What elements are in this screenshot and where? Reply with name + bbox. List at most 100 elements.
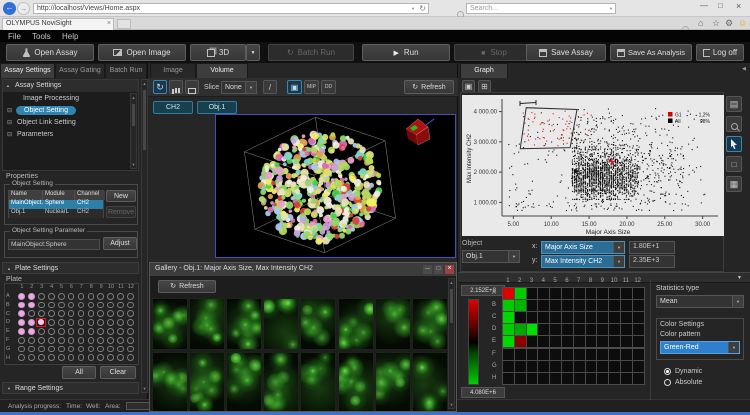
rotate-tool-button[interactable]: ↻ bbox=[153, 80, 167, 94]
table-row[interactable]: Obj.1 NuclearL CH2 bbox=[9, 209, 103, 218]
tree-node-icon[interactable]: ⊟ bbox=[7, 107, 12, 114]
browser-tab[interactable]: OLYMPUS NoviSight × bbox=[2, 18, 114, 30]
run-button[interactable]: ▶Run bbox=[362, 44, 450, 61]
plate-well[interactable] bbox=[38, 337, 45, 344]
gallery-thumbnail[interactable] bbox=[338, 298, 374, 350]
plate-well[interactable] bbox=[78, 293, 85, 300]
menu-help[interactable]: Help bbox=[62, 32, 78, 41]
col-header-module[interactable]: Module bbox=[43, 191, 75, 200]
plate-settings-header[interactable]: ▲Plate Settings bbox=[2, 262, 139, 274]
plate-well[interactable] bbox=[78, 337, 85, 344]
gallery-thumbnail[interactable] bbox=[152, 298, 188, 350]
plate-well[interactable] bbox=[117, 337, 124, 344]
plate-well[interactable] bbox=[97, 346, 104, 353]
plate-well[interactable] bbox=[88, 354, 95, 361]
view-3d-dropdown[interactable]: ▼ bbox=[246, 44, 260, 61]
plate-well[interactable] bbox=[28, 310, 35, 317]
plate-well[interactable] bbox=[48, 302, 55, 309]
tab-close-icon[interactable]: × bbox=[107, 20, 111, 27]
scroll-up-icon[interactable]: ▲ bbox=[131, 95, 136, 100]
plate-well[interactable] bbox=[68, 310, 75, 317]
plate-well[interactable] bbox=[97, 319, 104, 326]
statistics-type-dropdown[interactable]: Mean▼ bbox=[656, 295, 744, 308]
plate-well[interactable] bbox=[78, 346, 85, 353]
plate-well[interactable] bbox=[18, 337, 25, 344]
gallery-thumbnail[interactable] bbox=[412, 298, 448, 350]
plate-well[interactable] bbox=[127, 346, 134, 353]
volume-3d-view[interactable] bbox=[215, 114, 456, 258]
gallery-thumbnail[interactable] bbox=[189, 352, 225, 412]
back-button[interactable]: ← bbox=[3, 2, 16, 15]
plate-well[interactable] bbox=[48, 354, 55, 361]
search-caret-icon[interactable]: ▼ bbox=[609, 6, 613, 11]
gallery-thumbnail[interactable] bbox=[263, 352, 299, 412]
home-icon[interactable]: ⌂ bbox=[698, 18, 703, 28]
plate-well[interactable] bbox=[28, 328, 35, 335]
plate-well[interactable] bbox=[58, 337, 65, 344]
tree-node-icon[interactable]: ⊟ bbox=[7, 131, 12, 138]
plate-well[interactable] bbox=[48, 337, 55, 344]
gallery-thumbnail[interactable] bbox=[300, 298, 336, 350]
orientation-cube[interactable] bbox=[406, 119, 434, 145]
gallery-thumbnail[interactable] bbox=[152, 352, 188, 412]
plate-well[interactable] bbox=[18, 328, 25, 335]
plate-well[interactable] bbox=[117, 302, 124, 309]
plate-well[interactable] bbox=[48, 293, 55, 300]
scroll-up-icon[interactable]: ▲ bbox=[449, 280, 454, 285]
plate-well[interactable] bbox=[107, 302, 114, 309]
plate-well[interactable] bbox=[127, 302, 134, 309]
menu-tools[interactable]: Tools bbox=[32, 32, 51, 41]
stop-button[interactable]: ■Stop bbox=[454, 44, 534, 61]
gallery-thumbnail[interactable] bbox=[300, 352, 336, 412]
scroll-down-icon[interactable]: ▼ bbox=[142, 386, 147, 391]
log-off-button[interactable]: Log off bbox=[696, 44, 744, 61]
refresh-page-icon[interactable]: ↻ bbox=[419, 4, 426, 13]
plate-well[interactable] bbox=[97, 293, 104, 300]
tree-node-icon[interactable]: ⊟ bbox=[7, 119, 12, 126]
plate-well[interactable] bbox=[117, 328, 124, 335]
plate-well[interactable] bbox=[107, 319, 114, 326]
plate-well[interactable] bbox=[38, 310, 45, 317]
tree-scrollbar[interactable]: ▲ ▼ bbox=[130, 93, 137, 169]
plate-well[interactable] bbox=[38, 328, 45, 335]
graph-rect-gate-button[interactable]: □ bbox=[726, 156, 742, 172]
plate-well[interactable] bbox=[68, 302, 75, 309]
scroll-thumb[interactable] bbox=[450, 289, 453, 323]
tab-assay-settings[interactable]: Assay Settings bbox=[0, 63, 55, 78]
dynamic-radio[interactable] bbox=[664, 368, 671, 375]
plate-well[interactable] bbox=[78, 328, 85, 335]
plate-well[interactable] bbox=[58, 293, 65, 300]
tree-item-image-processing[interactable]: Image Processing bbox=[23, 95, 79, 102]
plate-well[interactable] bbox=[18, 310, 25, 317]
window-maximize-button[interactable]: □ bbox=[718, 1, 723, 10]
menu-file[interactable]: File bbox=[8, 32, 21, 41]
well-heatmap[interactable]: 123456789101112ABCDEFGH bbox=[488, 278, 650, 400]
plate-well[interactable] bbox=[68, 319, 75, 326]
plate-well[interactable] bbox=[127, 328, 134, 335]
plate-well[interactable] bbox=[97, 337, 104, 344]
plate-well[interactable] bbox=[38, 346, 45, 353]
heatmap-cell[interactable] bbox=[632, 372, 645, 385]
panel-scrollbar[interactable]: ▲ ▼ bbox=[141, 79, 148, 393]
plate-map[interactable]: 123456789101112ABCDEFGH bbox=[4, 283, 139, 365]
window-minimize-button[interactable]: — bbox=[700, 1, 708, 10]
plate-well[interactable] bbox=[68, 346, 75, 353]
plate-well[interactable] bbox=[117, 319, 124, 326]
channel-obj1-button[interactable]: Obj.1 bbox=[197, 101, 237, 114]
adjust-button[interactable]: Adjust bbox=[103, 237, 137, 250]
plate-well[interactable] bbox=[58, 354, 65, 361]
batch-run-button[interactable]: ↻Batch Run bbox=[268, 44, 354, 61]
plate-well[interactable] bbox=[68, 328, 75, 335]
plate-well[interactable] bbox=[28, 293, 35, 300]
graph-pointer-button[interactable] bbox=[726, 136, 742, 152]
tree-header[interactable]: ▲ Assay Settings bbox=[3, 80, 138, 92]
tab-graph[interactable]: Graph bbox=[460, 63, 508, 78]
gallery-maximize-button[interactable]: □ bbox=[434, 265, 443, 274]
plate-well[interactable] bbox=[78, 302, 85, 309]
panel-scroll-left-icon[interactable]: ◀ bbox=[742, 66, 746, 72]
channel-ch2-button[interactable]: CH2 bbox=[153, 101, 193, 114]
scroll-thumb[interactable] bbox=[132, 104, 135, 126]
view-3d-button[interactable]: 3D bbox=[190, 44, 246, 61]
plate-well[interactable] bbox=[127, 354, 134, 361]
graph-grid-gate-button[interactable]: ▦ bbox=[726, 176, 742, 192]
